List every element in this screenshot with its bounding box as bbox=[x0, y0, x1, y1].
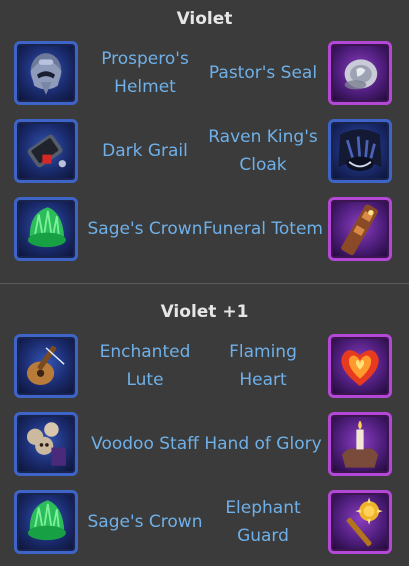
lute-icon[interactable] bbox=[14, 334, 78, 398]
item-name: Flaming Heart bbox=[229, 342, 297, 390]
item-row: Prospero's Helmet Pastor's Seal bbox=[0, 41, 409, 109]
item-name: Funeral Totem bbox=[203, 219, 323, 239]
item-name: Enchanted Lute bbox=[99, 342, 191, 390]
dark-grail-icon[interactable] bbox=[14, 119, 78, 183]
candle-hand-icon[interactable] bbox=[328, 412, 392, 476]
item-name: Elephant Guard bbox=[225, 498, 301, 546]
item-name: Pastor's Seal bbox=[208, 63, 318, 83]
item-name: Hand of Glory bbox=[204, 434, 322, 454]
section-violet: Violet Prospero's Helmet Pastor's Seal D… bbox=[0, 0, 409, 283]
item-name: Raven King's Cloak bbox=[208, 127, 318, 175]
skull-staff-icon[interactable] bbox=[14, 412, 78, 476]
plague-helmet-icon[interactable] bbox=[14, 41, 78, 105]
section-violet-plus-1: Violet +1 Enchanted Lute Flaming Heart V… bbox=[0, 283, 409, 566]
totem-icon[interactable] bbox=[328, 197, 392, 261]
golden-mace-icon[interactable] bbox=[328, 490, 392, 554]
section-title: Violet bbox=[176, 9, 233, 29]
item-name: Prospero's Helmet bbox=[101, 49, 189, 97]
item-row: Enchanted Lute Flaming Heart bbox=[0, 334, 409, 402]
item-name: Sage's Crown bbox=[87, 219, 203, 239]
item-name: Sage's Crown bbox=[87, 512, 203, 532]
section-title: Violet +1 bbox=[160, 302, 249, 322]
raven-cloak-icon[interactable] bbox=[328, 119, 392, 183]
item-name: Dark Grail bbox=[102, 141, 188, 161]
item-row: Sage's Crown Funeral Totem bbox=[0, 197, 409, 265]
item-row: Sage's Crown Elephant Guard bbox=[0, 490, 409, 558]
flaming-heart-icon[interactable] bbox=[328, 334, 392, 398]
green-crown-icon[interactable] bbox=[14, 197, 78, 261]
item-row: Voodoo Staff Hand of Glory bbox=[0, 412, 409, 480]
item-row: Dark Grail Raven King's Cloak bbox=[0, 119, 409, 187]
green-crown-icon[interactable] bbox=[14, 490, 78, 554]
seal-ring-icon[interactable] bbox=[328, 41, 392, 105]
item-name: Voodoo Staff bbox=[91, 434, 199, 454]
